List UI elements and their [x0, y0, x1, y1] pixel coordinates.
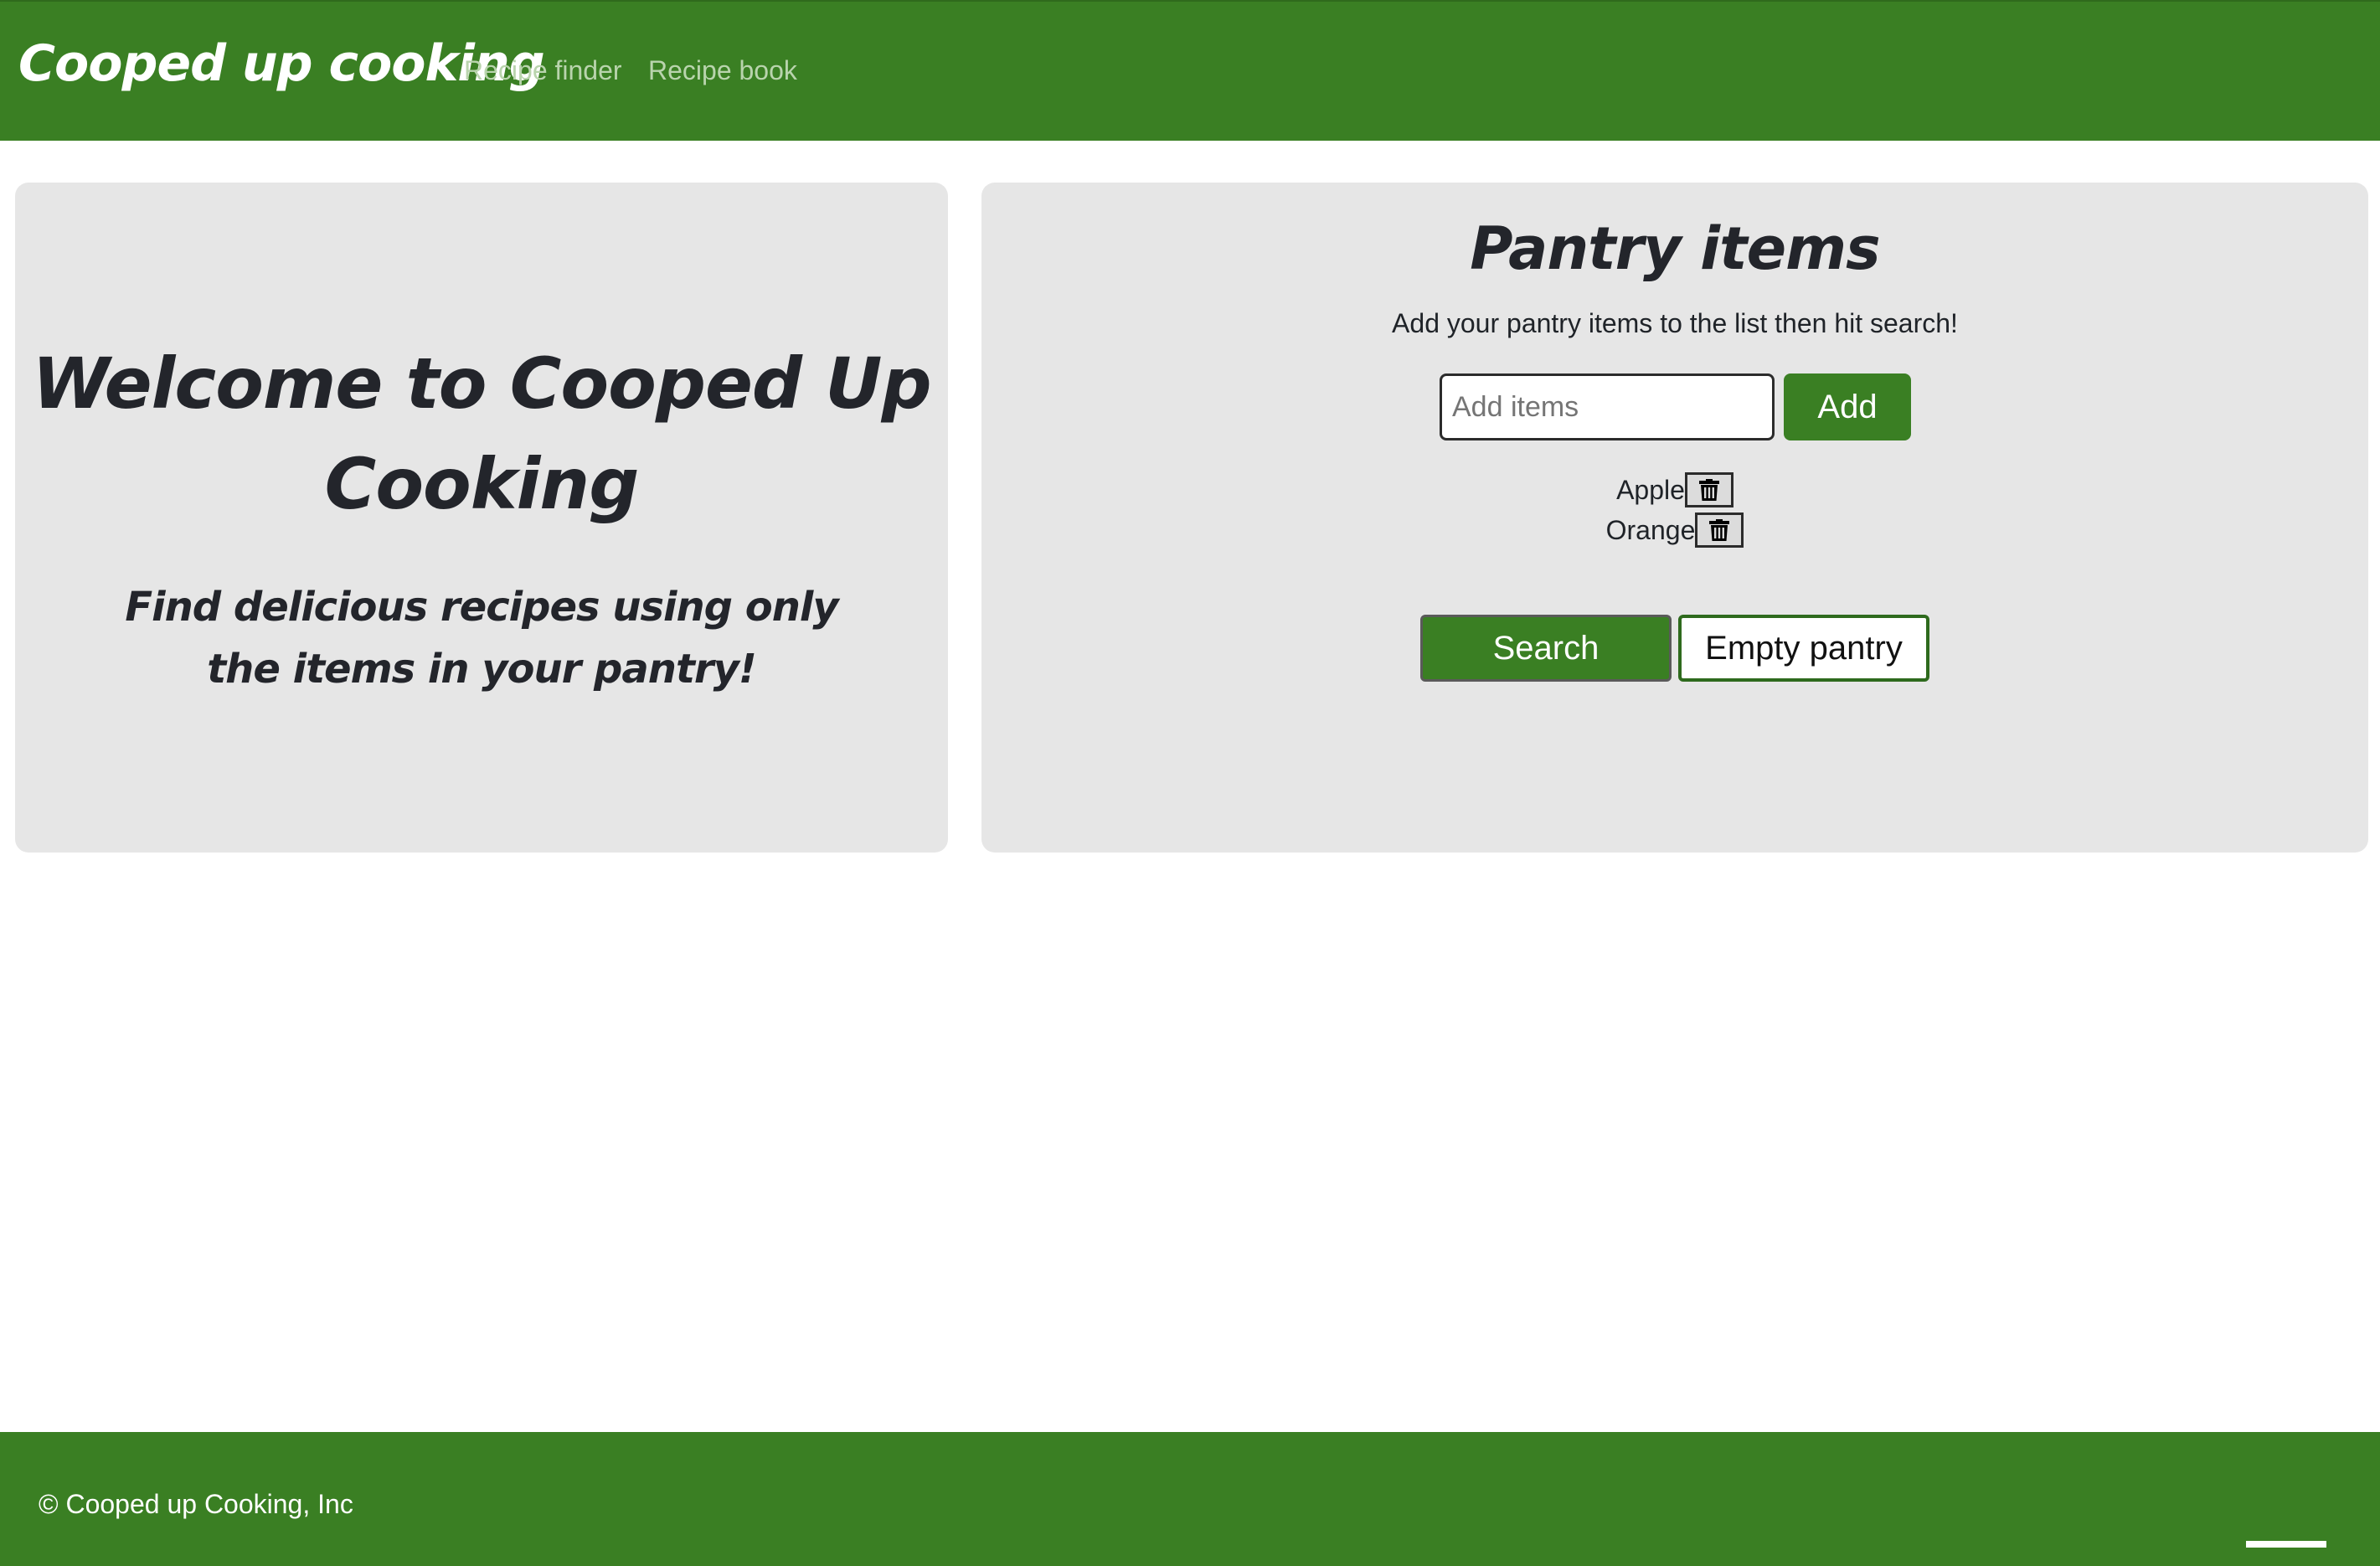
welcome-subtitle: Find delicious recipes using only the it…: [125, 584, 838, 693]
pantry-item-label: Orange: [1605, 515, 1696, 545]
trash-icon: [1709, 519, 1730, 541]
site-footer: © Cooped up Cooking, Inc: [0, 1432, 2380, 1566]
pantry-item-label: Apple: [1616, 475, 1685, 505]
trash-icon: [1698, 479, 1719, 501]
empty-pantry-button[interactable]: Empty pantry: [1678, 615, 1929, 682]
footer-scroll-indicator: [2246, 1541, 2326, 1548]
add-button[interactable]: Add: [1784, 373, 1911, 440]
list-item: Orange: [981, 513, 2368, 553]
pantry-card: Pantry items Add your pantry items to th…: [981, 183, 2368, 853]
list-item: Apple: [981, 472, 2368, 513]
nav-recipe-finder[interactable]: Recipe finder: [464, 57, 622, 84]
add-items-input[interactable]: [1440, 373, 1775, 440]
delete-item-button[interactable]: [1684, 472, 1733, 507]
site-header: Cooped up cooking Recipe finder Recipe b…: [0, 0, 2380, 141]
welcome-card: Welcome to Cooped Up Cooking Find delici…: [15, 183, 948, 853]
pantry-title: Pantry items: [1470, 214, 1880, 283]
nav-recipe-book[interactable]: Recipe book: [648, 57, 797, 84]
search-button[interactable]: Search: [1420, 615, 1672, 682]
copyright-text: © Cooped up Cooking, Inc: [39, 1489, 353, 1519]
welcome-title-line-2: Cooking: [324, 443, 640, 525]
welcome-title: Welcome to Cooped Up Cooking: [15, 333, 948, 534]
pantry-description: Add your pantry items to the list then h…: [1392, 308, 1958, 338]
welcome-title-line-1: Welcome to Cooped Up: [32, 343, 931, 425]
delete-item-button[interactable]: [1695, 513, 1744, 548]
